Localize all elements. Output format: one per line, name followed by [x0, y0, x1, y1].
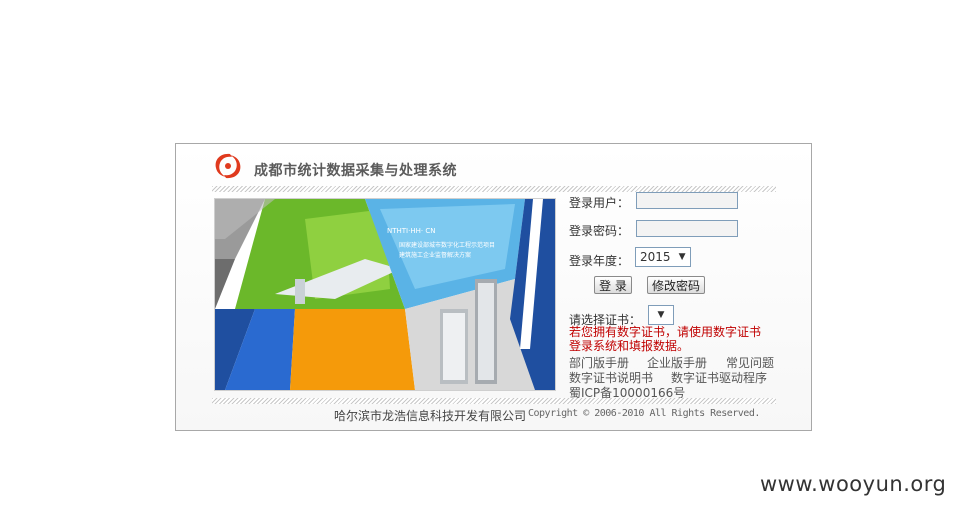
year-select[interactable]: 2015 ▼: [635, 247, 691, 267]
footer-copyright: Copyright © 2006-2010 All Rights Reserve…: [528, 408, 760, 419]
password-label: 登录密码：: [569, 224, 630, 238]
footer-company: 哈尔滨市龙浩信息科技开发有限公司: [334, 409, 527, 423]
year-label: 登录年度：: [569, 254, 630, 268]
watermark: www.wooyun.org: [760, 472, 947, 496]
change-password-button[interactable]: 修改密码: [647, 276, 705, 294]
chevron-down-icon[interactable]: ▼: [649, 307, 673, 323]
user-label: 登录用户：: [569, 196, 630, 210]
cert-notice: 若您拥有数字证书，请使用数字证书登录系统和填报数据。: [569, 325, 762, 353]
chevron-down-icon[interactable]: ▼: [675, 249, 690, 265]
banner-tag: NTHTI·HH· CN: [387, 227, 435, 235]
user-input[interactable]: [636, 192, 738, 209]
password-input[interactable]: [636, 220, 738, 237]
banner-text-1: 国家建设部城市数字化工程示范项目: [399, 241, 495, 249]
swirl-logo-icon: [215, 153, 241, 179]
banner-image: NTHTI·HH· CN 国家建设部城市数字化工程示范项目 建筑施工企业监督解决…: [214, 198, 556, 391]
banner-text-2: 建筑施工企业监督解决方案: [399, 251, 471, 259]
app-title: 成都市统计数据采集与处理系统: [254, 163, 457, 179]
cert-driver-link[interactable]: 数字证书驱动程序: [671, 369, 767, 386]
cert-select[interactable]: ▼: [648, 305, 674, 325]
bottom-divider: [212, 398, 776, 404]
year-value: 2015: [640, 250, 671, 264]
login-button[interactable]: 登 录: [594, 276, 632, 294]
